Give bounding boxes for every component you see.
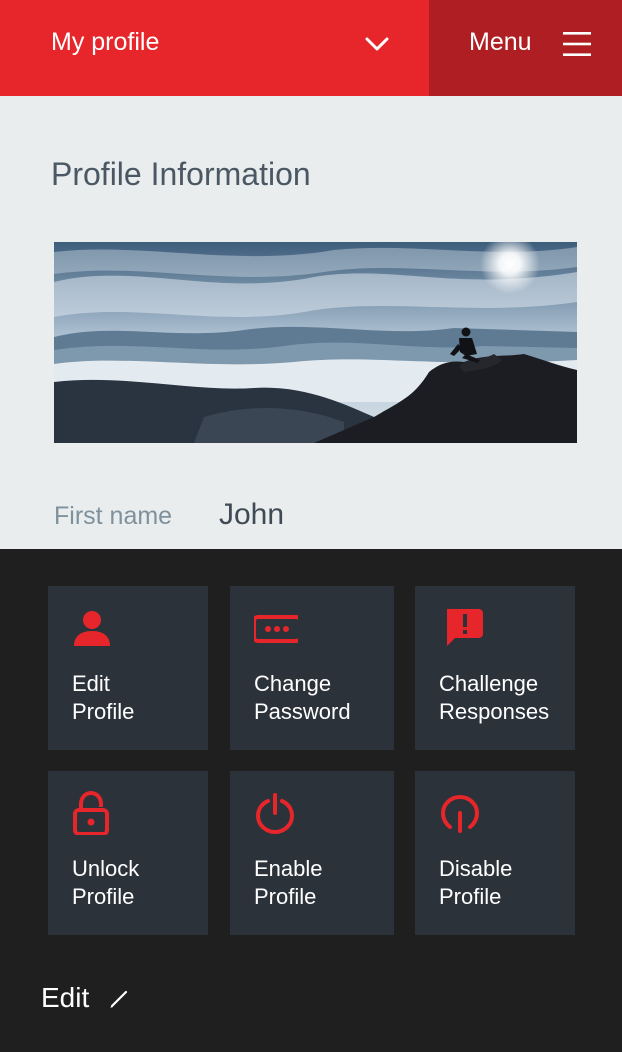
disable-profile-button[interactable]: Disable Profile <box>415 771 575 935</box>
tile-label: Disable Profile <box>439 856 513 909</box>
menu-label: Menu <box>469 28 532 56</box>
tile-label: Challenge Responses <box>439 671 550 724</box>
edit-profile-button[interactable]: Edit Profile <box>48 586 208 750</box>
profile-dropdown[interactable]: My profile <box>0 0 429 96</box>
edit-link[interactable]: Edit <box>41 982 89 1014</box>
unlock-profile-button[interactable]: Unlock Profile <box>48 771 208 935</box>
tile-label: Change Password <box>254 671 351 724</box>
profile-info-panel: Profile Information First name John <box>0 96 622 549</box>
tile-label: Enable Profile <box>254 856 323 909</box>
pencil-icon[interactable] <box>109 989 129 1009</box>
hamburger-icon <box>563 32 591 56</box>
password-icon <box>254 615 298 643</box>
first-name-label: First name <box>54 502 173 530</box>
power-icon <box>255 793 295 835</box>
padlock-icon <box>73 791 109 835</box>
challenge-responses-button[interactable]: Challenge Responses <box>415 586 575 750</box>
user-icon <box>74 611 110 646</box>
section-title: Profile Information <box>51 156 311 192</box>
profile-banner-image <box>54 242 577 443</box>
change-password-button[interactable]: Change Password <box>230 586 394 750</box>
chevron-down-icon <box>365 37 389 51</box>
disable-power-icon <box>440 794 480 833</box>
tile-label: Edit Profile <box>72 671 135 724</box>
menu-button[interactable]: Menu <box>429 0 622 96</box>
enable-profile-button[interactable]: Enable Profile <box>230 771 394 935</box>
tile-label: Unlock Profile <box>72 856 140 909</box>
alert-message-icon <box>447 609 483 646</box>
first-name-value: John <box>219 498 285 531</box>
page-title: My profile <box>51 28 160 56</box>
top-bar: My profile Menu <box>0 0 622 96</box>
